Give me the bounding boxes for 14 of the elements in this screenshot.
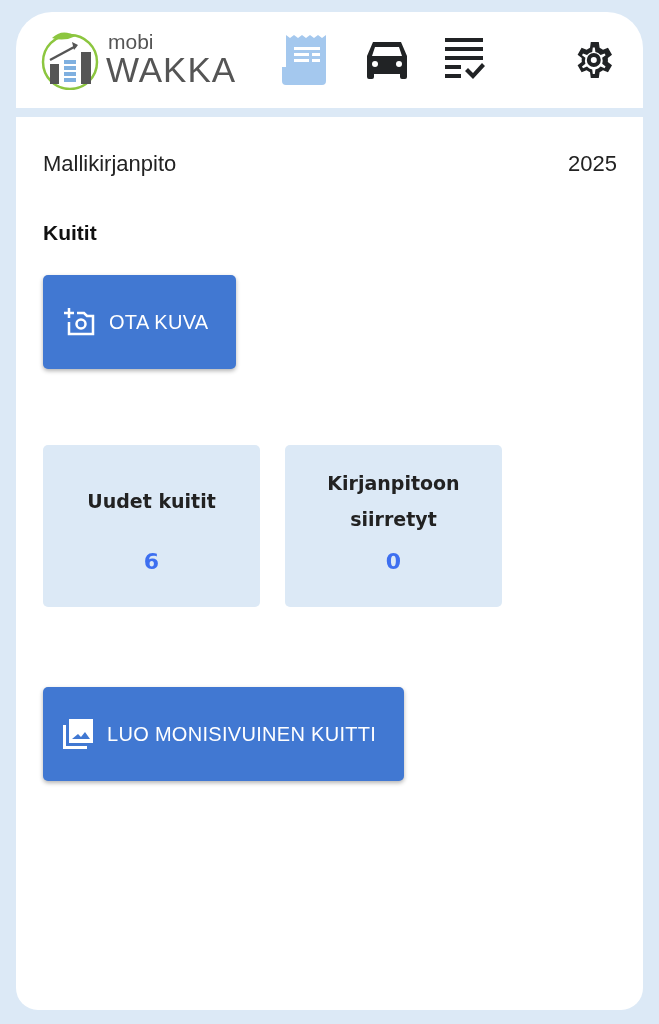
stat-label: Kirjanpitoon siirretyt <box>326 471 461 532</box>
logo-text: mobi <box>108 32 155 52</box>
action-button[interactable]: LUO MONISIVUINEN KUITTI <box>43 687 405 781</box>
section-title: Kuitit <box>43 221 98 245</box>
action-button[interactable]: OTA KUVA <box>43 275 237 369</box>
photo-library-icon <box>63 719 93 749</box>
stat-value: 0 <box>385 549 402 576</box>
stat-label: Uudet kuitit <box>87 489 216 514</box>
logo-wordmark: WAKKA <box>106 52 237 88</box>
add-photo-icon <box>63 307 95 337</box>
logo-icon <box>40 30 100 90</box>
fiscal-year: 2025 <box>568 151 617 177</box>
stat-value: 6 <box>143 549 160 576</box>
company-name: Mallikirjanpito <box>43 151 177 177</box>
